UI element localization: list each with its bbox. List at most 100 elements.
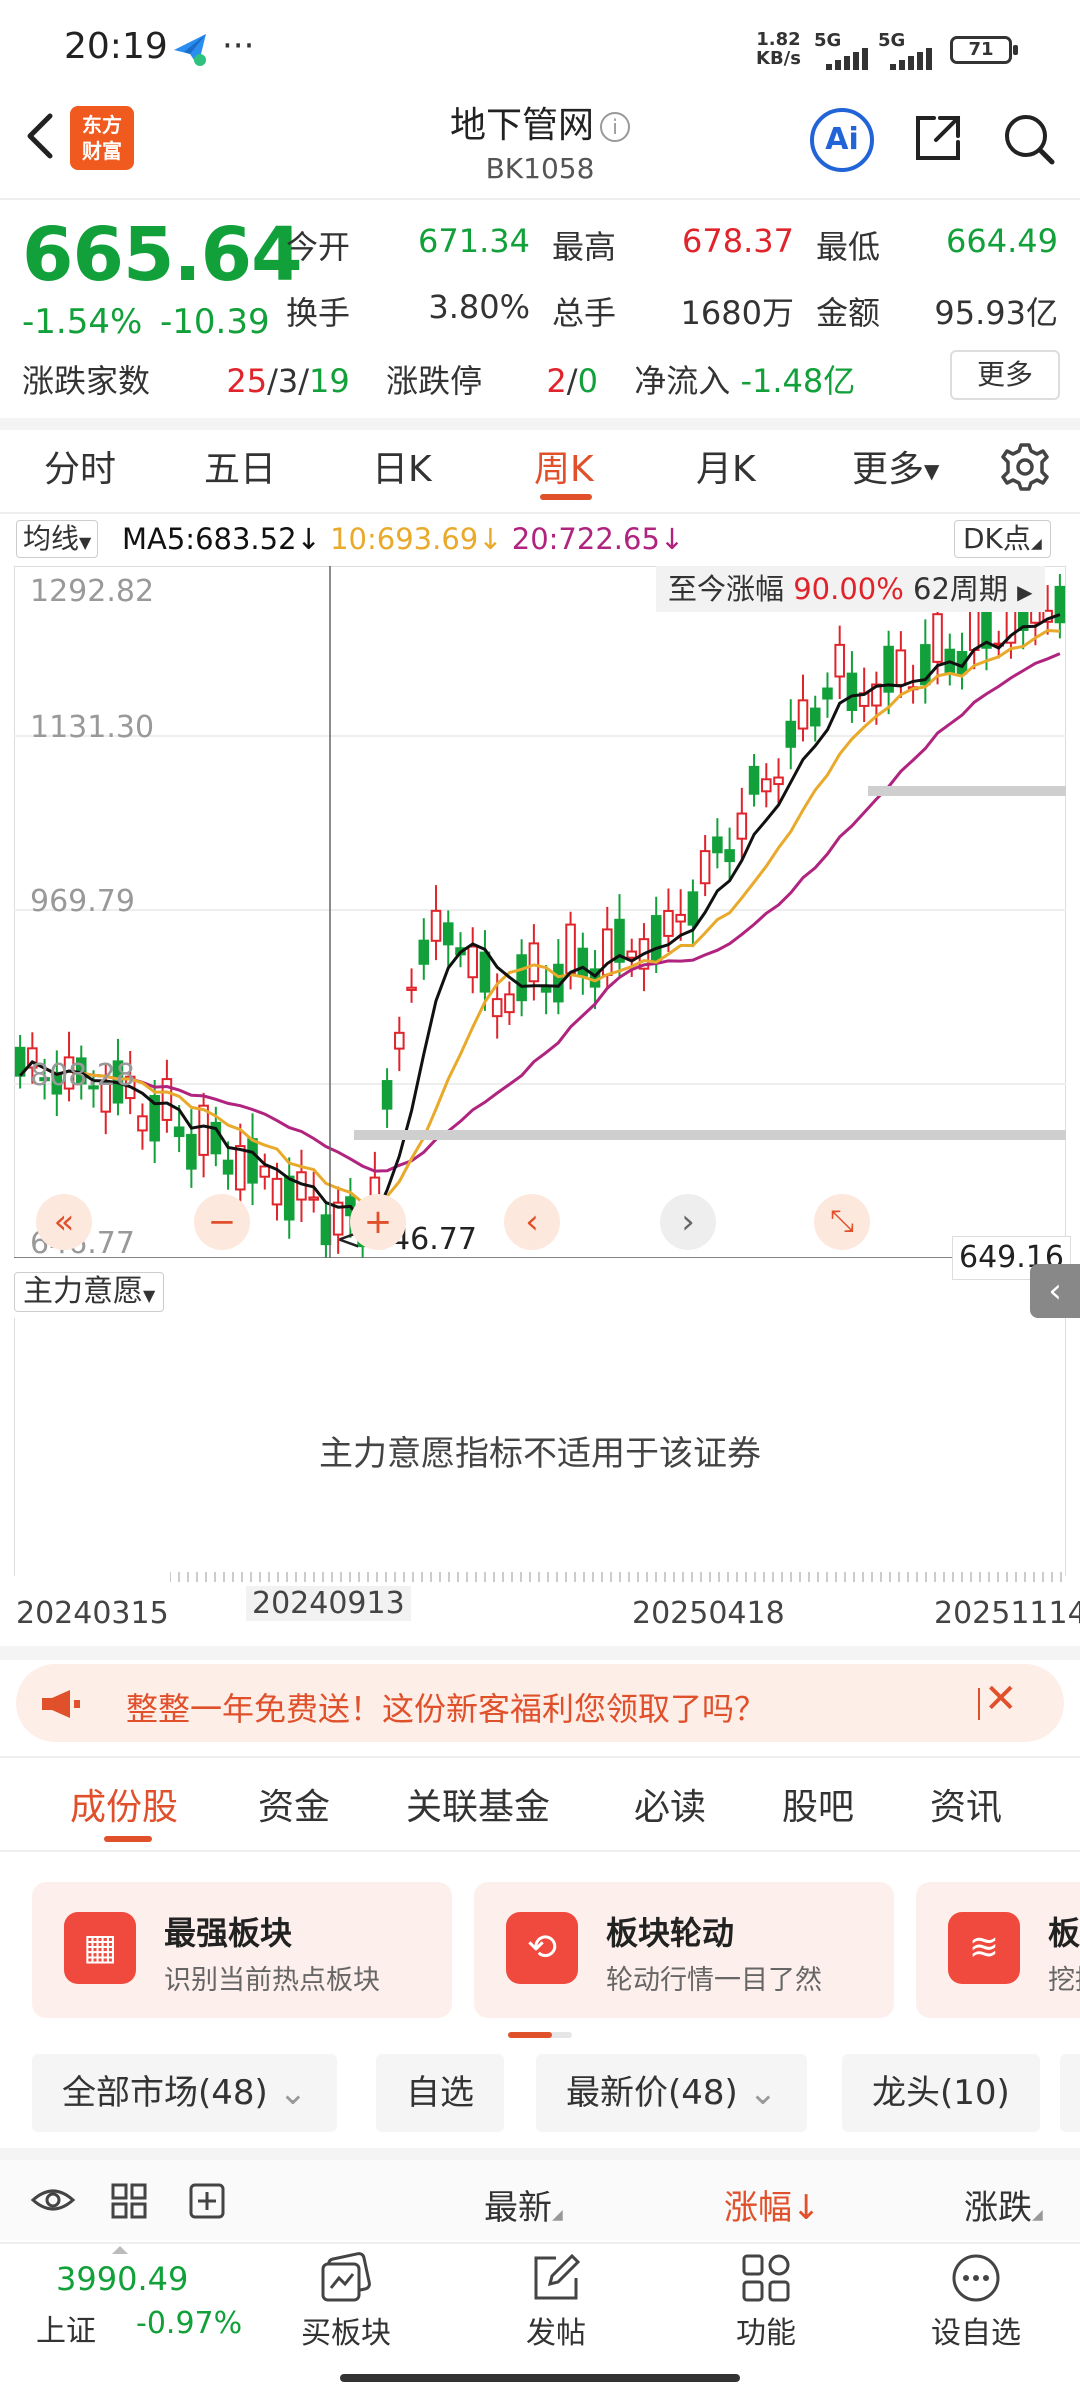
subtab-news[interactable]: 资讯 <box>930 1778 1002 1830</box>
open-value: 671.34 <box>418 222 530 260</box>
card-subtitle: 识别当前热点板块 <box>164 1965 380 1996</box>
card-strongest-sector[interactable]: ▦ 最强板块 识别当前热点板块 <box>32 1882 452 2018</box>
section-divider <box>0 1756 1080 1758</box>
card-sector-more[interactable]: ≋ 板块 挖掘 <box>916 1882 1080 2018</box>
limit-label: 涨跌停 <box>386 362 483 400</box>
side-panel-toggle-icon[interactable]: ‹ <box>1030 1264 1080 1318</box>
nav-label: 买板块 <box>301 2316 391 2351</box>
app-logo: 东方 财富 <box>70 106 134 170</box>
share-icon[interactable] <box>910 110 966 166</box>
battery-icon: 71 <box>950 36 1018 64</box>
ma-select-label: 均线 <box>23 522 80 555</box>
chevron-right-icon: ▶ <box>1017 580 1033 604</box>
candle-body <box>797 699 809 730</box>
candle-body <box>173 1126 185 1138</box>
range-gain-badge[interactable]: 至今涨幅 90.00% 62周期 ▶ <box>656 566 1045 612</box>
ma-type-select[interactable]: 均线▼ <box>16 520 99 558</box>
col-change[interactable]: 涨跌◢ <box>964 2180 1043 2229</box>
candle-body <box>724 849 735 863</box>
col-change-pct[interactable]: 涨幅↓ <box>724 2180 821 2229</box>
edit-icon <box>534 2253 581 2300</box>
layers-icon: ≋ <box>948 1912 1020 1984</box>
candle-body <box>712 836 723 854</box>
candle-body <box>442 922 454 946</box>
add-box-icon[interactable] <box>188 2182 226 2220</box>
expand-up-icon[interactable] <box>112 2246 128 2254</box>
expand-icon[interactable]: ⤡ <box>814 1194 870 1250</box>
subtab-forum[interactable]: 股吧 <box>782 1778 854 1830</box>
candle-body <box>699 850 711 885</box>
indicator-select[interactable]: 主力意愿▼ <box>14 1272 165 1312</box>
dk-point-button[interactable]: DK点◢ <box>954 520 1051 558</box>
promo-text[interactable]: 整整一年免费送！这份新客福利您领取了吗？ <box>126 1684 766 1730</box>
high-label: 最高 <box>552 228 617 266</box>
cards-pager <box>508 2032 572 2038</box>
status-time: 20:19 <box>64 26 168 67</box>
gear-icon[interactable] <box>998 440 1052 494</box>
index-value[interactable]: 3990.49 <box>56 2260 188 2298</box>
nav-label: 设自选 <box>931 2316 1021 2351</box>
low-label: 最低 <box>816 228 881 266</box>
nav-post[interactable]: 发帖 <box>486 2246 626 2352</box>
candle-body <box>528 942 540 983</box>
subtab-constituents[interactable]: 成份股 <box>70 1778 178 1830</box>
index-name[interactable]: 上证 <box>36 2306 96 2350</box>
date-label-3: 20250418 <box>632 1596 785 1631</box>
candle-body <box>895 649 907 686</box>
tab-monthly-k[interactable]: 月K <box>696 440 756 492</box>
candle-body <box>504 993 515 1014</box>
nav-add-watchlist[interactable]: 设自选 <box>906 2246 1046 2352</box>
breadth-up: 25 <box>226 362 268 400</box>
tab-intraday[interactable]: 分时 <box>44 440 116 492</box>
ma-values: MA5:683.52↓ 10:693.69↓ 20:722.65↓ <box>122 520 684 558</box>
col-latest[interactable]: 最新◢ <box>484 2180 563 2229</box>
candle-body <box>577 947 589 977</box>
candle-body <box>418 939 430 965</box>
filter-market[interactable]: 全部市场(48) ⌄ <box>32 2054 338 2132</box>
candle-body <box>479 951 491 993</box>
tab-daily-k[interactable]: 日K <box>372 440 432 492</box>
search-icon[interactable] <box>1000 110 1058 168</box>
candle-body <box>186 1133 197 1170</box>
zoom-in-icon[interactable]: + <box>350 1194 406 1250</box>
candle-body <box>320 1214 332 1246</box>
candle-body <box>406 986 417 991</box>
candle-body <box>491 998 503 1018</box>
time-axis-ticks <box>170 1572 1062 1582</box>
subtab-related-funds[interactable]: 关联基金 <box>406 1778 550 1830</box>
grid-icon[interactable] <box>110 2182 148 2220</box>
card-subtitle: 挖掘 <box>1048 1965 1080 1996</box>
feature-cards: ▦ 最强板块 识别当前热点板块 ⟲ 板块轮动 轮动行情一目了然 ≋ 板块 挖掘 <box>0 1870 1080 2030</box>
y-label-3: 969.79 <box>30 884 135 919</box>
card-sector-rotation[interactable]: ⟲ 板块轮动 轮动行情一目了然 <box>474 1882 894 2018</box>
ai-assistant-icon[interactable]: Ai <box>810 108 874 172</box>
chevron-left-icon[interactable]: ‹ <box>504 1194 560 1250</box>
zoom-out-icon[interactable]: − <box>194 1194 250 1250</box>
back-arrow-icon[interactable] <box>20 108 70 172</box>
filter-leaders[interactable]: 龙头(10) <box>842 2054 1040 2132</box>
info-icon[interactable]: i <box>600 112 630 142</box>
quote-more-button[interactable]: 更多 <box>950 350 1060 400</box>
close-icon[interactable]: ✕ <box>984 1676 1018 1722</box>
index-change[interactable]: -0.97% <box>136 2306 242 2341</box>
subtab-must-read[interactable]: 必读 <box>634 1778 706 1830</box>
filter-more[interactable] <box>1060 2054 1080 2132</box>
candle-body <box>467 945 479 979</box>
status-more-dots: ··· <box>222 26 255 66</box>
chevron-right-icon[interactable]: › <box>660 1194 716 1250</box>
filter-watchlist[interactable]: 自选 <box>376 2054 504 2132</box>
nav-functions[interactable]: 功能 <box>696 2246 836 2352</box>
tab-more[interactable]: 更多▼ <box>852 440 939 492</box>
page-title: 地下管网 i <box>390 96 690 148</box>
tab-five-day[interactable]: 五日 <box>204 440 276 492</box>
double-left-icon[interactable]: « <box>36 1194 92 1250</box>
nav-buy-sector[interactable]: 买板块 <box>276 2246 416 2352</box>
tab-weekly-k[interactable]: 周K <box>534 440 594 492</box>
card-title: 板块轮动 <box>606 1914 735 1952</box>
filter-latest-price[interactable]: 最新价(48) ⌄ <box>536 2054 808 2132</box>
net-speed-value: 1.82 <box>756 29 801 50</box>
eye-icon[interactable] <box>30 2184 76 2216</box>
kline-chart[interactable]: 1292.82 1131.30 969.79 808.28 646.77 <box>14 566 1066 1261</box>
subtab-funds[interactable]: 资金 <box>258 1778 330 1830</box>
candle-body <box>540 986 552 993</box>
